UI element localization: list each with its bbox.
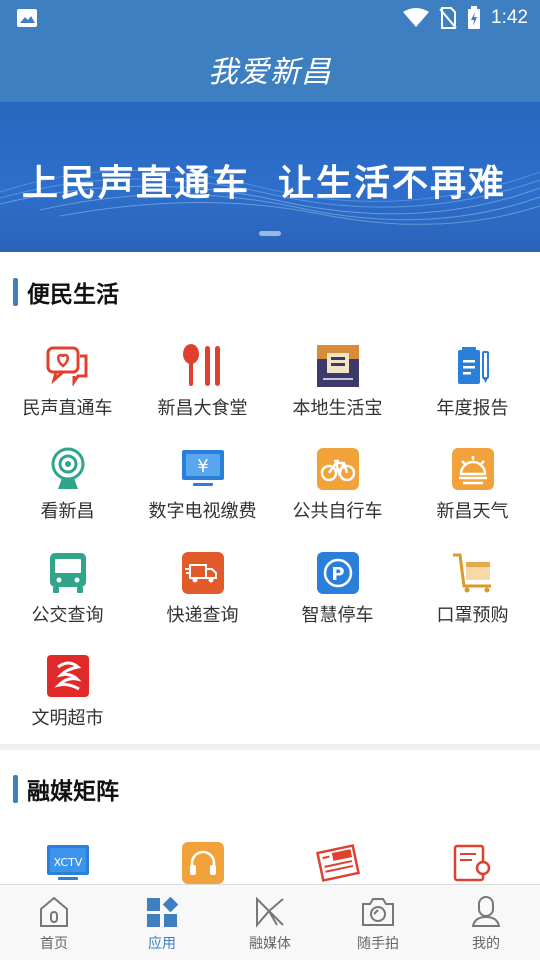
- delivery-truck-icon: [181, 551, 225, 595]
- spoon-chopsticks-icon: [181, 344, 225, 388]
- grid-item-minsheng[interactable]: 民声直通车: [0, 344, 135, 440]
- app-header: 我爱新昌: [0, 36, 540, 102]
- banner-page-indicator[interactable]: [259, 231, 281, 236]
- section-title-life: 便民生活: [0, 272, 119, 312]
- bus-icon: [46, 551, 90, 595]
- tab-label: 随手拍: [357, 936, 399, 952]
- newspaper-icon: [315, 842, 360, 884]
- grid-item-public-bike[interactable]: 公共自行车: [270, 447, 405, 543]
- grid-item-weather[interactable]: 新昌天气: [405, 447, 540, 543]
- tab-label: 首页: [40, 936, 68, 952]
- svg-text:XCTV: XCTV: [53, 856, 82, 869]
- tab-home[interactable]: 首页: [0, 885, 108, 960]
- report-clipboard-icon: [451, 344, 495, 388]
- grid-item-mask-preorder[interactable]: 口罩预购: [405, 551, 540, 647]
- grid-label: 口罩预购: [436, 605, 509, 626]
- image-notification-icon: [17, 9, 37, 27]
- grid-item-kan-xinchang[interactable]: 看新昌: [0, 447, 135, 543]
- profile-icon: [471, 896, 501, 927]
- battery-charging-icon: [468, 6, 481, 29]
- grid-label: 文明超市: [31, 708, 104, 729]
- grid-item-news[interactable]: [270, 842, 405, 884]
- document-person-icon: [451, 842, 495, 884]
- grid-item-bus[interactable]: 公交查询: [0, 551, 135, 647]
- grid-item-express[interactable]: 快递查询: [135, 551, 270, 647]
- banner-text-part1: 上民声直通车: [22, 163, 251, 204]
- tab-apps[interactable]: 应用: [108, 885, 216, 960]
- grid-item-audio[interactable]: [135, 842, 270, 884]
- tab-label: 融媒体: [249, 936, 291, 952]
- section-label: 融媒矩阵: [27, 779, 119, 805]
- shopping-cart-icon: [451, 551, 495, 595]
- section-accent-bar: [13, 278, 18, 306]
- tv-yen-icon: ¥: [181, 447, 225, 491]
- tab-snapshot[interactable]: 随手拍: [324, 885, 432, 960]
- grid-item-civilization-market[interactable]: 文明超市: [0, 654, 135, 750]
- app-title: 我爱新昌: [208, 55, 332, 90]
- section-accent-bar: [13, 775, 18, 803]
- media-icon: [256, 896, 284, 928]
- tab-profile[interactable]: 我的: [432, 885, 540, 960]
- home-icon: [40, 896, 68, 927]
- local-life-logo-icon: [316, 344, 360, 388]
- grid-label: 数字电视缴费: [148, 501, 257, 522]
- camera-shoot-icon: [362, 898, 394, 926]
- grid-item-tv-payment[interactable]: ¥ 数字电视缴费: [135, 447, 270, 543]
- grid-label: 新昌大食堂: [157, 398, 248, 419]
- grid-label: 新昌天气: [436, 501, 509, 522]
- grid-label: 本地生活宝: [292, 398, 383, 419]
- tab-label: 应用: [148, 936, 176, 952]
- grid-item-locallife[interactable]: 本地生活宝: [270, 344, 405, 440]
- apps-icon: [147, 896, 179, 927]
- chat-heart-icon: [46, 344, 90, 388]
- tab-label: 我的: [472, 936, 500, 952]
- section-divider: [0, 744, 540, 750]
- grid-item-xctv[interactable]: XCTV: [0, 842, 135, 884]
- camera-icon: [46, 447, 90, 491]
- grid-label: 民声直通车: [22, 398, 113, 419]
- grid-label: 看新昌: [40, 501, 95, 522]
- status-bar: 1:42: [0, 0, 540, 36]
- grid-item-document[interactable]: [405, 842, 540, 884]
- grid-item-canteen[interactable]: 新昌大食堂: [135, 344, 270, 440]
- weather-icon: [451, 447, 495, 491]
- grid-label: 快递查询: [166, 605, 239, 626]
- grid-label: 公交查询: [31, 605, 104, 626]
- grid-label: 公共自行车: [292, 501, 383, 522]
- tab-media[interactable]: 融媒体: [216, 885, 324, 960]
- grid-item-smart-parking[interactable]: P 智慧停车: [270, 551, 405, 647]
- headphones-icon: [181, 842, 225, 884]
- section-title-media: 融媒矩阵: [0, 769, 119, 809]
- civilization-market-icon: [46, 654, 90, 698]
- grid-item-annual-report[interactable]: 年度报告: [405, 344, 540, 440]
- bottom-tab-bar: 首页 应用 融媒体 随手拍 我的: [0, 884, 540, 960]
- wifi-icon: [403, 8, 430, 27]
- parking-icon: P: [316, 551, 360, 595]
- bicycle-icon: [316, 447, 360, 491]
- banner-text-part2: 让生活不再难: [278, 163, 507, 204]
- grid-label: 智慧停车: [301, 605, 374, 626]
- svg-text:P: P: [331, 564, 344, 585]
- banner-headline: 上民声直通车 让生活不再难: [22, 154, 506, 206]
- status-time: 1:42: [491, 7, 528, 28]
- no-sim-icon: [439, 7, 457, 29]
- section-label: 便民生活: [27, 282, 119, 308]
- banner-carousel[interactable]: 上民声直通车 让生活不再难: [0, 102, 540, 252]
- tv-xctv-icon: XCTV: [46, 842, 90, 884]
- svg-text:¥: ¥: [197, 456, 208, 477]
- grid-label: 年度报告: [436, 398, 509, 419]
